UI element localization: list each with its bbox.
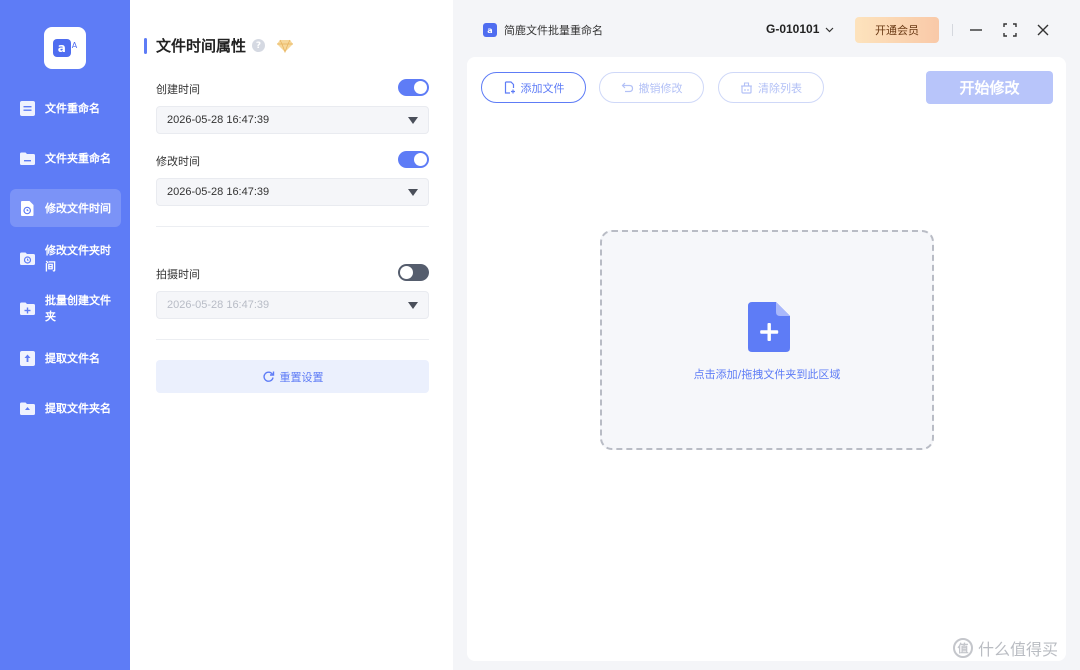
sidebar-item-label: 提取文件夹名 xyxy=(45,402,111,415)
modified-time-toggle[interactable] xyxy=(398,151,429,168)
sidebar-item-modify-file-time[interactable]: 修改文件时间 xyxy=(10,189,121,227)
minimize-icon xyxy=(970,29,982,31)
divider xyxy=(156,226,429,227)
minimize-button[interactable] xyxy=(968,22,984,38)
close-icon xyxy=(1037,24,1049,36)
account-dropdown[interactable]: G-010101 xyxy=(766,22,834,36)
created-time-select[interactable]: 2026-05-28 16:47:39 xyxy=(156,106,429,134)
panel-title-text: 文件时间属性 xyxy=(156,37,247,55)
created-time-toggle[interactable] xyxy=(398,79,429,96)
sidebar-item-label: 提取文件名 xyxy=(45,352,100,365)
sidebar-item-extract-foldername[interactable]: 提取文件夹名 xyxy=(10,389,121,427)
created-time-label: 创建时间 xyxy=(156,83,200,96)
divider xyxy=(156,339,429,340)
watermark-logo: 值 xyxy=(953,638,973,658)
folder-icon xyxy=(19,150,36,167)
toggle-knob xyxy=(414,81,427,94)
clear-icon xyxy=(741,82,752,94)
open-vip-button[interactable]: 开通会员 xyxy=(855,17,939,43)
clear-list-label: 清除列表 xyxy=(758,81,802,95)
shot-time-value: 2026-05-28 16:47:39 xyxy=(167,299,270,311)
reset-settings-label: 重置设置 xyxy=(279,370,324,384)
file-add-icon xyxy=(504,81,515,94)
app-mini-logo: a xyxy=(483,23,497,37)
maximize-button[interactable] xyxy=(1002,22,1018,38)
created-time-value: 2026-05-28 16:47:39 xyxy=(167,114,270,126)
caret-down-icon xyxy=(408,117,418,124)
add-file-button[interactable]: 添加文件 xyxy=(481,72,586,103)
file-plus-icon xyxy=(748,302,790,352)
toggle-knob xyxy=(414,153,427,166)
sidebar-item-label: 修改文件时间 xyxy=(45,202,111,215)
refresh-icon xyxy=(262,371,274,382)
start-modify-button[interactable]: 开始修改 xyxy=(926,71,1053,104)
folder-clock-icon xyxy=(19,250,36,267)
vip-diamond-icon xyxy=(277,39,294,53)
chevron-down-icon xyxy=(825,27,834,32)
sidebar-item-modify-folder-time[interactable]: 修改文件夹时间 xyxy=(10,239,121,277)
add-file-label: 添加文件 xyxy=(520,81,565,95)
undo-changes-button[interactable]: 撤销修改 xyxy=(599,72,704,103)
folder-plus-icon xyxy=(19,300,36,317)
logo-sub-letter: A xyxy=(71,40,78,50)
start-modify-label: 开始修改 xyxy=(959,79,1020,97)
close-button[interactable] xyxy=(1035,22,1051,38)
file-dropzone[interactable]: 点击添加/拖拽文件夹到此区域 xyxy=(600,230,934,450)
file-upload-icon xyxy=(19,350,36,367)
shot-time-label: 拍摄时间 xyxy=(156,268,200,281)
watermark: 值 什么值得买 xyxy=(953,636,1058,660)
title-accent-bar xyxy=(144,37,147,54)
window-controls-separator xyxy=(952,24,953,36)
app-title-text: 简鹿文件批量重命名 xyxy=(504,24,603,37)
sidebar-item-label: 修改文件夹时间 xyxy=(45,244,111,273)
help-icon[interactable]: ? xyxy=(252,39,266,52)
file-clock-icon xyxy=(19,200,36,217)
sidebar: a A 文件重命名 文件夹重命名 修改文件时间 修改文件夹时间 批量创建文件夹 xyxy=(0,0,130,670)
modified-time-label: 修改时间 xyxy=(156,155,200,168)
sidebar-item-file-rename[interactable]: 文件重命名 xyxy=(10,89,121,127)
folder-upload-icon xyxy=(19,400,36,417)
modified-time-select[interactable]: 2026-05-28 16:47:39 xyxy=(156,178,429,206)
app-logo: a A xyxy=(44,27,86,69)
sidebar-item-label: 文件夹重命名 xyxy=(45,152,111,165)
settings-panel: 文件时间属性 ? 创建时间 2026-05-28 16:47:39 修改时间 2… xyxy=(130,0,453,670)
caret-down-icon xyxy=(408,189,418,196)
window-title: a 简鹿文件批量重命名 xyxy=(483,22,603,38)
clear-list-button[interactable]: 清除列表 xyxy=(718,72,824,103)
sidebar-item-extract-filename[interactable]: 提取文件名 xyxy=(10,339,121,377)
shot-time-toggle[interactable] xyxy=(398,264,429,281)
sidebar-item-folder-rename[interactable]: 文件夹重命名 xyxy=(10,139,121,177)
shot-time-select: 2026-05-28 16:47:39 xyxy=(156,291,429,319)
sidebar-item-batch-create-folder[interactable]: 批量创建文件夹 xyxy=(10,289,121,327)
watermark-text: 什么值得买 xyxy=(978,640,1059,659)
undo-changes-label: 撤销修改 xyxy=(638,81,683,95)
caret-down-icon xyxy=(408,302,418,309)
dropzone-hint: 点击添加/拖拽文件夹到此区域 xyxy=(693,368,841,381)
account-id: G-010101 xyxy=(766,22,820,36)
logo-letter: a xyxy=(52,39,71,57)
toggle-knob xyxy=(400,266,413,279)
reset-settings-button[interactable]: 重置设置 xyxy=(156,360,429,393)
open-vip-label: 开通会员 xyxy=(875,24,919,37)
maximize-icon xyxy=(1003,23,1017,37)
modified-time-value: 2026-05-28 16:47:39 xyxy=(167,186,270,198)
sidebar-item-label: 批量创建文件夹 xyxy=(45,294,111,323)
sidebar-item-label: 文件重命名 xyxy=(45,102,100,115)
panel-title: 文件时间属性 ? xyxy=(144,35,294,56)
file-list-icon xyxy=(19,100,36,117)
undo-icon xyxy=(621,82,633,93)
